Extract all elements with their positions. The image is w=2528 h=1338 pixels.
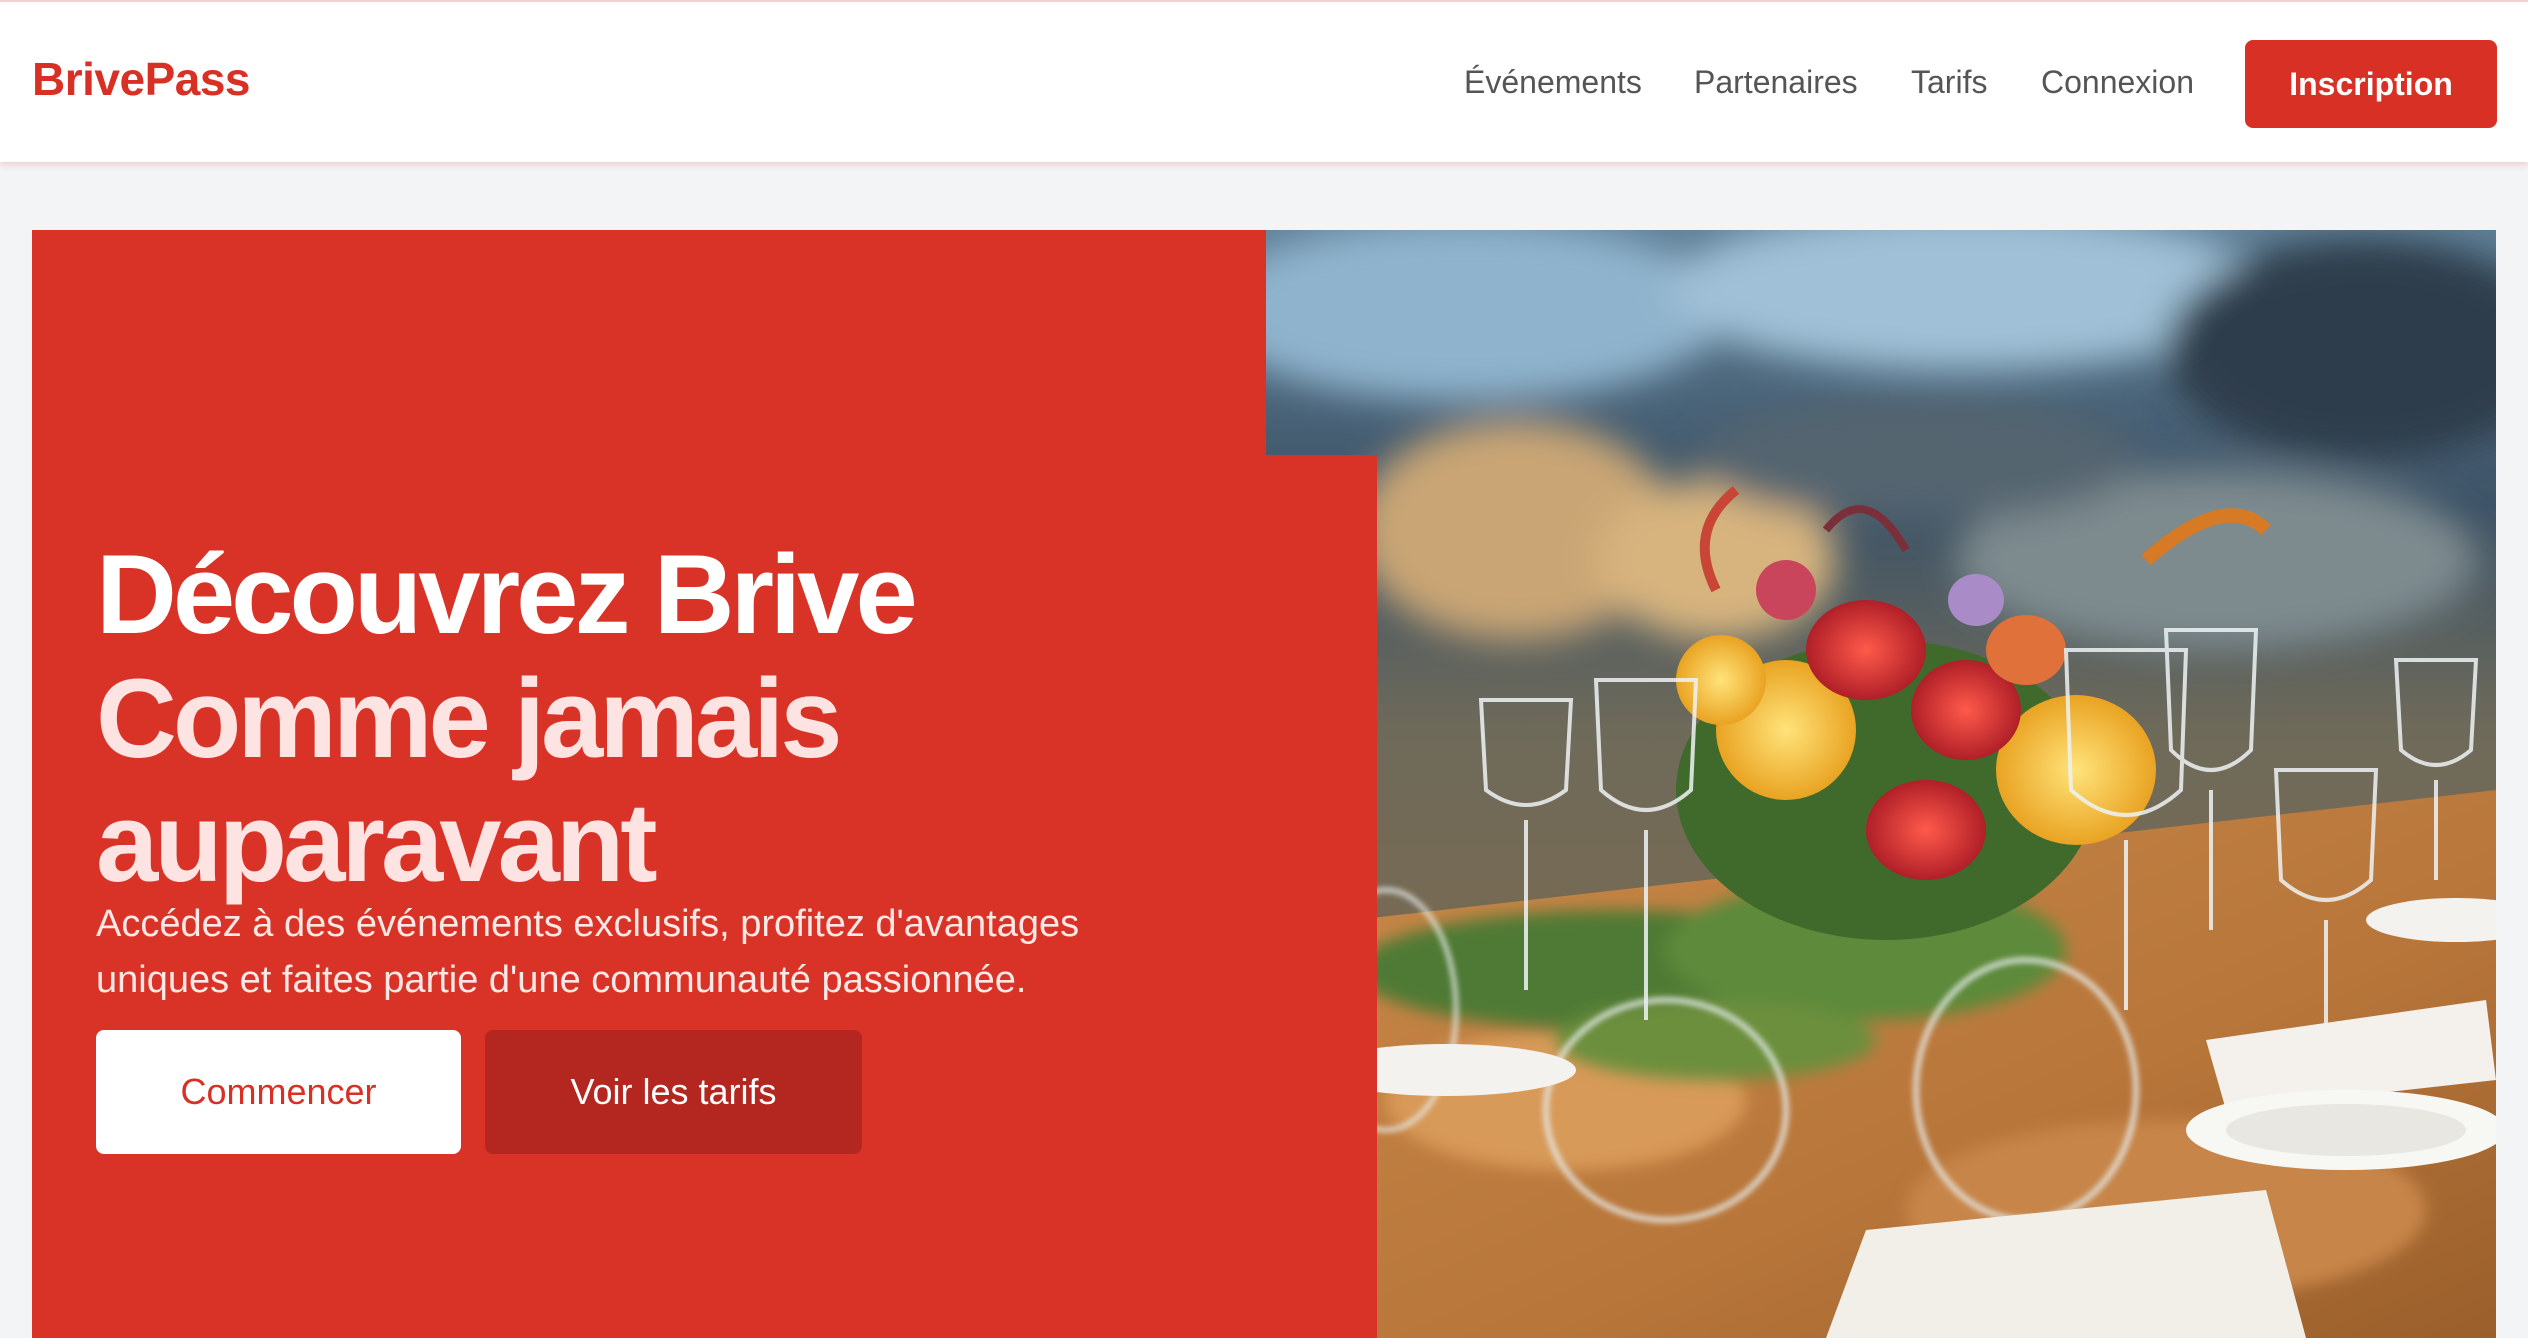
brand-logo[interactable]: BrivePass [32,52,251,106]
view-pricing-button[interactable]: Voir les tarifs [485,1030,862,1154]
nav-link-partners[interactable]: Partenaires [1694,64,1858,101]
hero-subtitle: Accédez à des événements exclusifs, prof… [96,903,1080,1001]
top-navigation-bar: BrivePass Événements Partenaires Tarifs … [0,0,2528,162]
nav-link-pricing[interactable]: Tarifs [1911,64,1987,101]
hero-headline: Découvrez Brive Comme jamais auparavant [96,533,1246,905]
get-started-button[interactable]: Commencer [96,1030,461,1154]
hero-banquet-photo [1266,230,2496,1338]
hero-headline-line-2: Comme jamais auparavant [96,656,843,906]
hero-panel-step [1266,455,1377,1338]
hero-headline-line-1: Découvrez Brive [96,532,918,658]
signup-button[interactable]: Inscription [2245,40,2497,128]
nav-link-login[interactable]: Connexion [2041,64,2194,101]
nav-link-events[interactable]: Événements [1464,64,1642,101]
